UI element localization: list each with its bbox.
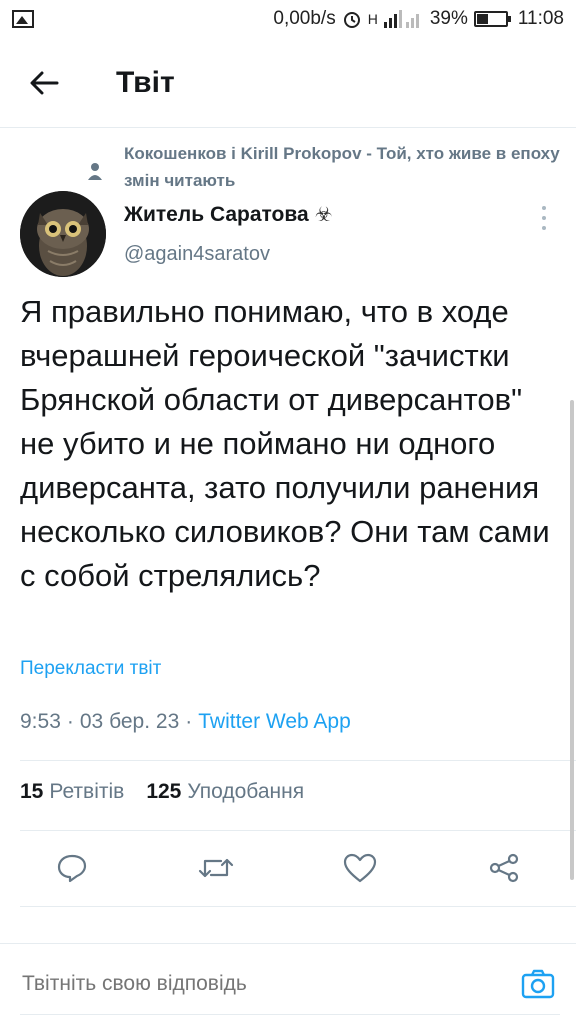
- network-speed: 0,00b/s: [273, 8, 336, 29]
- person-icon: [88, 162, 108, 194]
- likes-label[interactable]: Уподобання: [187, 780, 304, 804]
- tweet-text: Я правильно понимаю, что в ходе вчерашне…: [20, 294, 550, 593]
- tweet-date: 03 бер. 23: [79, 710, 180, 733]
- back-arrow-icon[interactable]: [14, 53, 74, 113]
- divider: [20, 760, 576, 761]
- battery-icon: [473, 11, 511, 27]
- retweets-label[interactable]: Ретвітів: [49, 780, 124, 804]
- meta-separator: ·: [185, 710, 193, 733]
- retweet-icon[interactable]: [188, 840, 244, 896]
- meta-separator: ·: [66, 710, 74, 733]
- scrollbar[interactable]: [570, 400, 574, 880]
- avatar[interactable]: [20, 191, 106, 277]
- top-bar: Твіт: [0, 38, 576, 128]
- social-context-text: Кокошенков і Kirill Prokopov - Той, хто …: [124, 144, 560, 190]
- retweets-count[interactable]: 15: [20, 780, 43, 804]
- reply-bar: [0, 943, 576, 1024]
- gallery-notification-icon: [12, 10, 34, 28]
- tweet-stats: 15 Ретвітів 125 Уподобання: [20, 780, 304, 804]
- more-dot: [542, 226, 546, 230]
- share-icon[interactable]: [476, 840, 532, 896]
- divider: [20, 830, 576, 831]
- signal-type: H: [367, 11, 378, 27]
- reply-icon[interactable]: [44, 840, 100, 896]
- tweet-source-link[interactable]: Twitter Web App: [198, 710, 351, 734]
- tweet-metadata: 9:53 · 03 бер. 23 · Twitter Web App: [20, 710, 351, 734]
- translate-tweet-link[interactable]: Перекласти твіт: [20, 658, 161, 680]
- like-icon[interactable]: [332, 840, 388, 896]
- social-context[interactable]: Кокошенков і Kirill Prokopov - Той, хто …: [0, 140, 576, 194]
- owl-avatar-image: [20, 191, 106, 277]
- reply-input[interactable]: [22, 972, 482, 996]
- author-name-text: Житель Саратова: [124, 202, 309, 226]
- reply-underline: [20, 1014, 560, 1015]
- alarm-icon: [343, 12, 360, 28]
- author-name[interactable]: Житель Саратова ☣: [124, 202, 333, 227]
- more-dot: [542, 206, 546, 210]
- more-options-icon[interactable]: [534, 206, 554, 230]
- camera-icon[interactable]: [518, 966, 558, 1002]
- status-bar: 0,00b/s H 39% 11:08: [0, 0, 576, 38]
- tweet-time: 9:53: [20, 710, 61, 733]
- likes-count[interactable]: 125: [146, 780, 181, 804]
- author-handle[interactable]: @again4saratov: [124, 243, 270, 266]
- biohazard-icon: ☣: [314, 204, 333, 226]
- signal-icon: [383, 10, 419, 28]
- divider: [20, 906, 576, 907]
- page-title: Твіт: [116, 65, 175, 99]
- battery-percent: 39%: [429, 8, 468, 29]
- battery-level: [476, 14, 488, 24]
- clock: 11:08: [517, 8, 564, 29]
- more-dot: [542, 216, 546, 220]
- action-bar: [0, 840, 576, 896]
